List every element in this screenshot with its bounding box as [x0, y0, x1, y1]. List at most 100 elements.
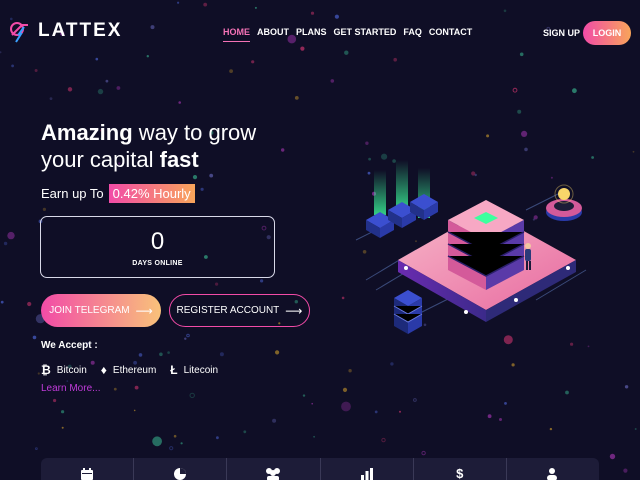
background-particle — [512, 87, 518, 93]
background-particle — [609, 453, 616, 460]
stats-bar: $ — [41, 458, 599, 480]
login-button[interactable]: LOGIN — [583, 21, 631, 45]
accepted-coins: ₿ Bitcoin ♦ Ethereum Ł Litecoin — [41, 363, 218, 377]
background-particle — [146, 55, 149, 58]
join-telegram-button[interactable]: JOIN TELEGRAM ⟶ — [41, 294, 161, 327]
background-particle — [399, 410, 401, 413]
background-particle — [0, 51, 2, 54]
nav-about[interactable]: ABOUT — [257, 27, 289, 42]
background-particle — [374, 410, 378, 414]
background-particle — [35, 447, 38, 451]
users-icon — [266, 468, 281, 480]
bar-chart-icon — [360, 468, 373, 480]
background-particle — [177, 1, 180, 4]
background-particle — [549, 427, 553, 431]
stats-cell-calendar[interactable] — [41, 458, 135, 480]
background-particle — [167, 351, 170, 354]
background-particle — [184, 337, 187, 340]
background-particle — [254, 6, 257, 9]
background-particle — [413, 398, 417, 402]
register-account-button[interactable]: REGISTER ACCOUNT ⟶ — [169, 294, 310, 327]
stats-cell-dollar[interactable]: $ — [414, 458, 507, 480]
background-particle — [216, 436, 219, 440]
bitcoin-icon: ₿ — [41, 363, 51, 377]
background-particle — [365, 141, 369, 145]
background-particle — [294, 96, 299, 100]
background-particle — [32, 335, 37, 340]
learn-more-link[interactable]: Learn More... — [41, 383, 100, 394]
background-particle — [95, 57, 99, 61]
background-particle — [565, 390, 569, 395]
nav-plans[interactable]: PLANS — [296, 27, 327, 42]
background-particle — [152, 436, 163, 447]
hero-title: Amazing way to grow your capital fast — [41, 119, 256, 173]
coin-litecoin[interactable]: Ł Litecoin — [170, 363, 218, 377]
background-particle — [521, 130, 528, 137]
background-particle — [0, 300, 4, 304]
calendar-icon — [81, 468, 94, 480]
signup-link[interactable]: SIGN UP — [543, 28, 580, 38]
background-particle — [311, 402, 314, 405]
hero-title-bold-1: Amazing — [41, 120, 133, 145]
background-particle — [159, 352, 163, 357]
background-particle — [229, 69, 234, 73]
background-particle — [504, 402, 507, 405]
background-particle — [53, 398, 57, 403]
stats-cell-chart-pie[interactable] — [134, 458, 228, 480]
background-particle — [203, 2, 208, 7]
stats-cell-user[interactable] — [507, 458, 599, 480]
background-particle — [173, 434, 177, 438]
background-particle — [572, 88, 577, 94]
background-particle — [390, 362, 394, 366]
background-particle — [209, 173, 214, 178]
background-particle — [313, 435, 315, 438]
background-particle — [3, 241, 8, 246]
background-particle — [634, 428, 637, 430]
background-particle — [134, 385, 139, 390]
nav-contact[interactable]: CONTACT — [429, 27, 472, 42]
background-particle — [624, 385, 629, 389]
background-particle — [61, 410, 65, 414]
background-particle — [178, 101, 181, 104]
arrow-right-icon: ⟶ — [285, 303, 303, 318]
side-server-rack — [393, 290, 423, 334]
background-particle — [138, 353, 143, 357]
background-particle — [105, 79, 109, 83]
nav-home[interactable]: HOME — [223, 27, 250, 42]
counter-value: 0 — [150, 227, 165, 255]
background-particle — [189, 392, 195, 399]
earn-label: Earn up To — [41, 186, 104, 201]
coin-label: Litecoin — [183, 364, 219, 376]
logo[interactable]: LATTEX — [8, 18, 122, 44]
coin-label: Bitcoin — [56, 364, 87, 376]
coin-pedestal — [546, 184, 582, 221]
stats-cell-bar-chart[interactable] — [321, 458, 414, 480]
stats-cell-users[interactable] — [227, 458, 321, 480]
background-particle — [381, 437, 386, 443]
background-particle — [341, 401, 351, 412]
background-particle — [499, 418, 502, 421]
join-telegram-label: JOIN TELEGRAM — [49, 305, 130, 316]
background-particle — [67, 87, 73, 92]
background-particle — [487, 414, 492, 419]
coin-ethereum[interactable]: ♦ Ethereum — [101, 363, 156, 377]
background-particle — [215, 282, 219, 286]
nav-faq[interactable]: FAQ — [403, 27, 422, 42]
background-particle — [421, 450, 426, 456]
background-particle — [150, 25, 155, 30]
background-particle — [66, 380, 69, 382]
background-particle — [243, 430, 247, 434]
background-particle — [186, 333, 190, 338]
background-particle — [251, 60, 255, 64]
hero-title-bold-2: fast — [159, 147, 199, 172]
background-particle — [300, 46, 305, 51]
background-particle — [7, 231, 15, 240]
background-particle — [281, 148, 285, 152]
coin-bitcoin[interactable]: ₿ Bitcoin — [41, 363, 87, 377]
background-particle — [503, 9, 507, 13]
ethereum-icon: ♦ — [100, 363, 107, 377]
nav-get-started[interactable]: GET STARTED — [334, 27, 397, 42]
background-particle — [192, 175, 198, 180]
background-particle — [169, 446, 174, 451]
counter-label: DAYS ONLINE — [132, 259, 183, 267]
